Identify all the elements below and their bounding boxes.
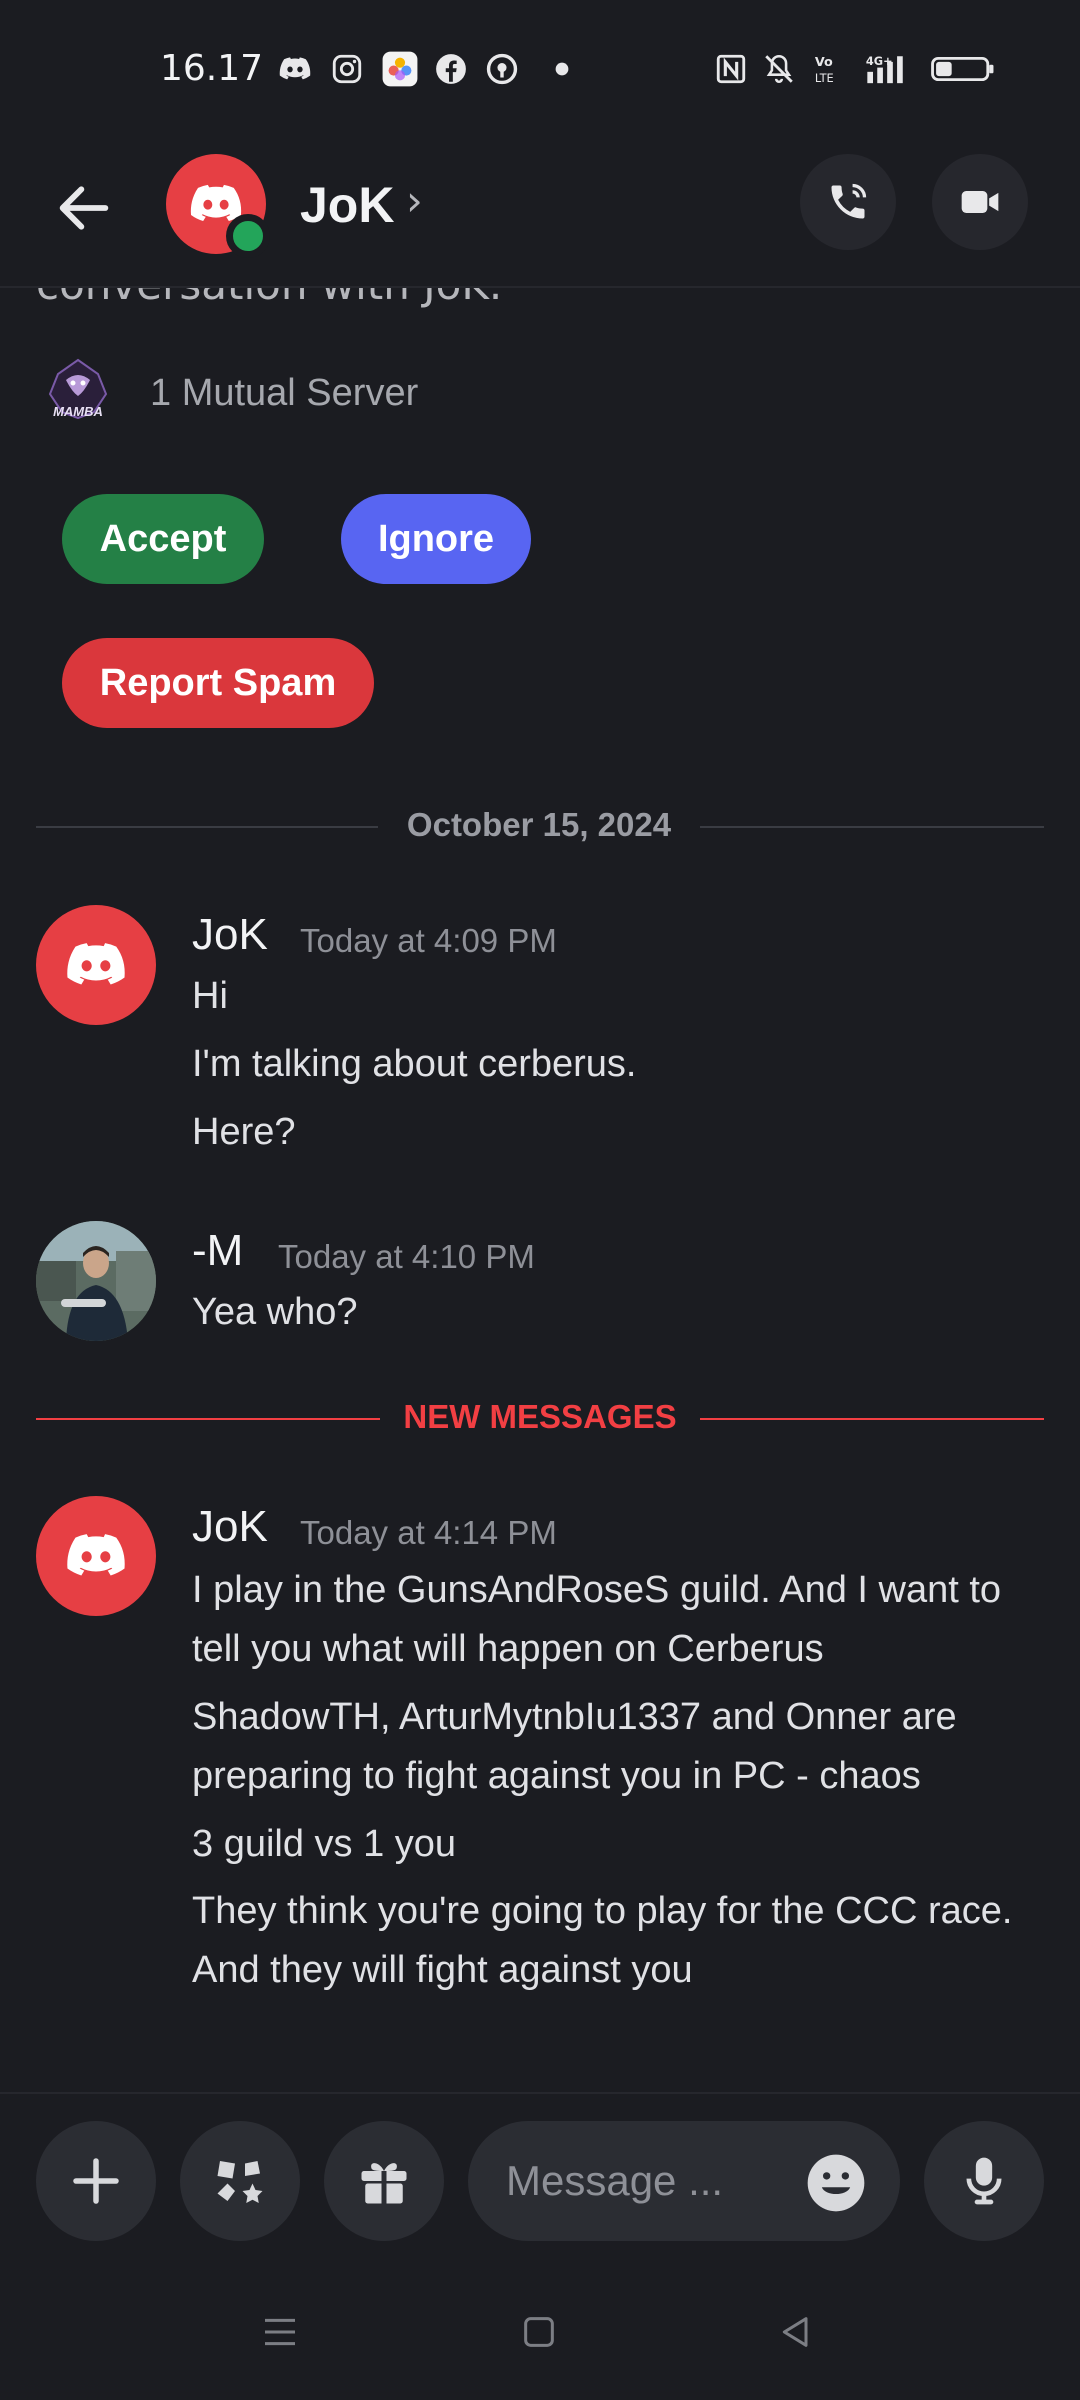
microphone-icon <box>966 2157 1002 2205</box>
date-divider: October 15, 2024 <box>406 806 672 843</box>
message-avatar-jok[interactable] <box>36 905 156 1025</box>
user-photo-avatar <box>36 1221 156 1341</box>
voice-message-button[interactable] <box>924 2121 1044 2241</box>
voice-call-button[interactable] <box>800 154 896 250</box>
message-author[interactable]: JoK <box>192 1502 268 1552</box>
message-avatar-m[interactable] <box>36 1221 156 1341</box>
message-line: Here? <box>192 1111 296 1153</box>
mutual-servers-link[interactable]: 1 Mutual Server <box>150 372 418 415</box>
menu-icon[interactable] <box>260 2312 300 2352</box>
date-divider-line-left <box>36 826 378 828</box>
mamba-logo-icon: MAMBA <box>48 358 108 420</box>
message-line: Yea who? <box>192 1291 358 1333</box>
add-attachment-button[interactable] <box>36 2121 156 2241</box>
emoji-icon[interactable] <box>802 2149 870 2217</box>
mute-icon <box>765 54 793 83</box>
status-bar: 16.17 Vo LTE 4G+ <box>0 0 1080 140</box>
mamba-logo-text: MAMBA <box>53 404 103 419</box>
back-arrow-icon[interactable] <box>52 176 116 240</box>
svg-text:Vo: Vo <box>815 55 833 70</box>
gift-icon <box>361 2163 407 2204</box>
message-line: ShadowTH, ArturMytnbIu1337 and Onner are… <box>192 1696 957 1797</box>
apps-button[interactable] <box>180 2121 300 2241</box>
phone-icon <box>831 183 867 219</box>
svg-text:LTE: LTE <box>815 71 834 85</box>
back-icon[interactable] <box>776 2312 816 2352</box>
discord-icon <box>279 57 311 80</box>
new-messages-line-left <box>36 1418 380 1420</box>
message-avatar-jok[interactable] <box>36 1496 156 1616</box>
discord-logo-icon <box>67 943 125 985</box>
instagram-icon <box>332 54 362 84</box>
message-author[interactable]: JoK <box>192 910 268 960</box>
discord-logo-icon <box>67 1534 125 1576</box>
message-input[interactable]: Message ... <box>468 2121 900 2241</box>
battery-icon <box>931 56 994 82</box>
apps-icon <box>217 2161 263 2203</box>
report-spam-button[interactable]: Report Spam <box>62 638 374 728</box>
message-line: I play in the GunsAndRoseS guild. And I … <box>192 1569 1002 1670</box>
nfc-icon <box>716 54 746 84</box>
accept-button[interactable]: Accept <box>62 494 264 584</box>
gift-button[interactable] <box>324 2121 444 2241</box>
message-timestamp: Today at 4:10 PM <box>278 1238 535 1275</box>
chevron-right-icon[interactable]: › <box>406 176 423 225</box>
plus-icon <box>73 2158 119 2204</box>
chat-header: JoK › <box>0 140 1080 288</box>
message-line: They think you're going to play for the … <box>192 1890 1013 1991</box>
photos-icon <box>382 51 418 87</box>
signal-4g-icon: 4G+ <box>866 54 903 84</box>
header-username[interactable]: JoK <box>300 176 394 234</box>
header-avatar[interactable] <box>166 154 270 258</box>
video-camera-icon <box>961 191 999 213</box>
home-icon[interactable] <box>519 2312 559 2352</box>
dot-icon <box>555 62 569 76</box>
video-call-button[interactable] <box>932 154 1028 250</box>
ignore-button[interactable]: Ignore <box>341 494 531 584</box>
status-time: 16.17 <box>160 48 264 89</box>
date-divider-line-right <box>700 826 1044 828</box>
messenger-icon <box>486 53 518 85</box>
message-line: I'm talking about cerberus. <box>192 1043 637 1085</box>
mutual-server-icon[interactable]: MAMBA <box>36 352 120 436</box>
new-messages-divider: NEW MESSAGES <box>403 1398 677 1435</box>
message-line: 3 guild vs 1 you <box>192 1823 457 1865</box>
message-input-placeholder: Message ... <box>506 2157 724 2204</box>
message-timestamp: Today at 4:09 PM <box>300 922 557 959</box>
message-author[interactable]: -M <box>192 1226 243 1276</box>
message-timestamp: Today at 4:14 PM <box>300 1514 557 1551</box>
online-status-indicator <box>226 214 270 258</box>
new-messages-line-right <box>700 1418 1044 1420</box>
message-line: Hi <box>192 975 228 1017</box>
facebook-icon <box>436 54 466 84</box>
volte-icon: VoLTE <box>815 55 834 85</box>
